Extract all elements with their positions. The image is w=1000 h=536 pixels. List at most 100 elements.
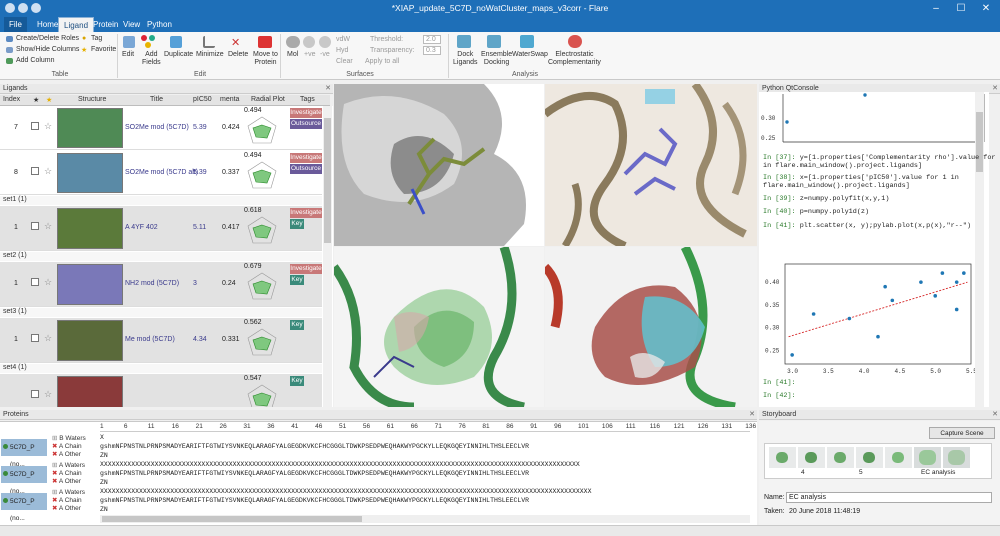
chain-item[interactable]: ✖ A Other [52, 450, 81, 458]
hidden-icon[interactable]: ✖ [52, 443, 57, 450]
visibility-icon[interactable] [3, 498, 8, 503]
close-panel-icon[interactable]: ✕ [325, 84, 331, 94]
ligand-row[interactable]: 8 ☆ SO2Me mod (5C7D alt) 5.39 0.337 0.494 Inve… [0, 151, 322, 195]
minimize-button[interactable]: – [924, 1, 948, 16]
set-group-row[interactable]: set4 (1) [0, 364, 322, 373]
col-title[interactable]: Title [150, 96, 163, 103]
minimize-action-button[interactable]: Minimize [196, 51, 224, 58]
tag-investigate[interactable]: Investigate [290, 153, 322, 163]
sequence-line[interactable]: gshmNFPNSTNLPRNPSMADYEARIFTFGTWIYSVNKEQL… [100, 470, 529, 477]
protein-entry[interactable]: 5C7D_P (no... [1, 466, 47, 495]
chain-item[interactable]: ✖ A Other [52, 477, 81, 485]
sequence-line[interactable]: XXXXXXXXXXXXXXXXXXXXXXXXXXXXXXXXXXXXXXXX… [100, 488, 591, 495]
ligand-title[interactable]: SO2Me mod (5C7D alt) [125, 169, 198, 176]
delete-button[interactable]: Delete [228, 51, 248, 58]
ligand-checkbox[interactable] [31, 122, 39, 130]
tag-investigate[interactable]: Investigate [290, 208, 322, 218]
sequence-line[interactable]: gshmNFPNSTNLPRNPSMADYEARIFTFGTWIYSVNKEQL… [100, 443, 529, 450]
favorite-star-icon[interactable]: ☆ [44, 121, 52, 132]
thumbnail[interactable] [856, 447, 883, 468]
close-storyboard-icon[interactable]: ✕ [992, 410, 998, 420]
scene-name-input[interactable]: EC analysis [786, 492, 992, 503]
tag-key[interactable]: Key [290, 320, 304, 330]
apply-to-all-button[interactable]: Apply to all [365, 58, 399, 65]
waters-icon[interactable]: ⊞ [52, 435, 57, 442]
pos-surface-button[interactable]: +ve [304, 51, 315, 58]
col-index[interactable]: Index [3, 96, 20, 103]
hidden-icon[interactable]: ✖ [52, 505, 57, 512]
waters-icon[interactable]: ⊞ [52, 489, 57, 496]
hidden-icon[interactable]: ✖ [52, 478, 57, 485]
favorite-star-icon[interactable]: ☆ [44, 389, 52, 400]
ligands-scrollbar-thumb[interactable] [324, 118, 331, 243]
add-fields-button[interactable]: Add Fields [142, 51, 161, 67]
edit-button[interactable]: Edit [122, 51, 134, 58]
ligand-row[interactable]: ☆ 0.547 Key [0, 374, 322, 407]
tag-outsource[interactable]: Outsource [290, 164, 322, 174]
ligand-title[interactable]: A 4YF 402 [125, 224, 158, 231]
menu-python[interactable]: Python [142, 17, 177, 32]
thumbnail[interactable] [943, 447, 970, 468]
favorite-button[interactable]: Favorite [91, 46, 116, 53]
visibility-icon[interactable] [3, 471, 8, 476]
col-favorite[interactable]: ★ [33, 96, 39, 104]
electrostatic-complementarity-button[interactable]: Electrostatic Complementarity [548, 51, 601, 67]
sequence-line[interactable]: ZN [100, 506, 108, 513]
thumbnail[interactable] [798, 447, 825, 468]
viewport-surface-green[interactable] [334, 247, 544, 407]
sequence-scrollbar[interactable] [100, 515, 750, 523]
close-button[interactable]: ✕ [974, 1, 998, 16]
chain-item[interactable]: ✖ A Chain [52, 496, 82, 504]
transparency-input[interactable]: 0.3 [423, 46, 441, 55]
visibility-icon[interactable] [3, 444, 8, 449]
viewport-electrostatic[interactable] [545, 247, 757, 407]
chain-item[interactable]: ⊞ A Waters [52, 461, 85, 469]
tag-outsource[interactable]: Outsource [290, 119, 322, 129]
tag-key[interactable]: Key [290, 376, 304, 386]
ligand-title[interactable]: NH2 mod (5C7D) [125, 280, 179, 287]
chain-item[interactable]: ✖ A Chain [52, 442, 82, 450]
viewport-ribbon-tan[interactable] [545, 84, 757, 246]
set-group-row[interactable]: set2 (1) [0, 252, 322, 261]
col-structure[interactable]: Structure [78, 96, 106, 103]
col-tags[interactable]: Tags [300, 96, 315, 103]
ligand-title[interactable]: SO2Me mod (5C7D) [125, 124, 189, 131]
mol-surface-button[interactable]: Mol [287, 51, 298, 58]
set-group-row[interactable]: set3 (1) [0, 308, 322, 317]
waterswap-button[interactable]: WaterSwap [512, 51, 548, 58]
thumbnail[interactable] [914, 447, 941, 468]
ligand-row[interactable]: 1 ☆ A 4YF 402 5.11 0.417 0.618 Investigate Key [0, 206, 322, 251]
duplicate-button[interactable]: Duplicate [164, 51, 193, 58]
thumbnail[interactable] [885, 447, 912, 468]
hidden-icon[interactable]: ✖ [52, 470, 57, 477]
ligand-row[interactable]: 7 ☆ SO2Me mod (5C7D) 5.39 0.424 0.494 Investig… [0, 106, 322, 150]
favorite-star-icon[interactable]: ☆ [44, 166, 52, 177]
favorite-star-icon[interactable]: ☆ [44, 333, 52, 344]
menu-file[interactable]: File [4, 17, 27, 32]
sequence-line[interactable]: gshmNFPNSTNLPRNPSMADYEARIFTFGTWIYSVNKEQL… [100, 497, 529, 504]
close-console-icon[interactable]: ✕ [992, 84, 998, 94]
ligand-checkbox[interactable] [31, 222, 39, 230]
threshold-input[interactable]: 2.0 [423, 35, 441, 44]
ligand-checkbox[interactable] [31, 390, 39, 398]
sequence-line[interactable]: ZN [100, 479, 108, 486]
sequence-line[interactable]: XXXXXXXXXXXXXXXXXXXXXXXXXXXXXXXXXXXXXXXX… [100, 461, 580, 468]
col-star-icon[interactable]: ★ [46, 96, 52, 104]
tag-button[interactable]: Tag [91, 35, 102, 42]
ligand-row[interactable]: 1 ☆ Me mod (5C7D) 4.34 0.331 0.562 Key [0, 318, 322, 363]
create-delete-roles-button[interactable]: Create/Delete Roles [16, 35, 79, 42]
chain-item[interactable]: ⊞ B Waters [52, 434, 86, 442]
ligand-checkbox[interactable] [31, 278, 39, 286]
ligand-row[interactable]: 1 ☆ NH2 mod (5C7D) 3 0.24 0.679 Investigate Key [0, 262, 322, 307]
set-group-row[interactable]: set1 (1) [0, 196, 322, 205]
sequence-line[interactable]: ZN [100, 452, 108, 459]
tag-key[interactable]: Key [290, 219, 304, 229]
thumbnail[interactable] [769, 447, 796, 468]
tag-investigate[interactable]: Investigate [290, 108, 322, 118]
tag-key[interactable]: Key [290, 275, 304, 285]
favorite-star-icon[interactable]: ☆ [44, 277, 52, 288]
hidden-icon[interactable]: ✖ [52, 451, 57, 458]
maximize-button[interactable]: ☐ [949, 1, 973, 16]
ensemble-docking-button[interactable]: Ensemble Docking [481, 51, 512, 67]
chain-item[interactable]: ✖ A Other [52, 504, 81, 512]
